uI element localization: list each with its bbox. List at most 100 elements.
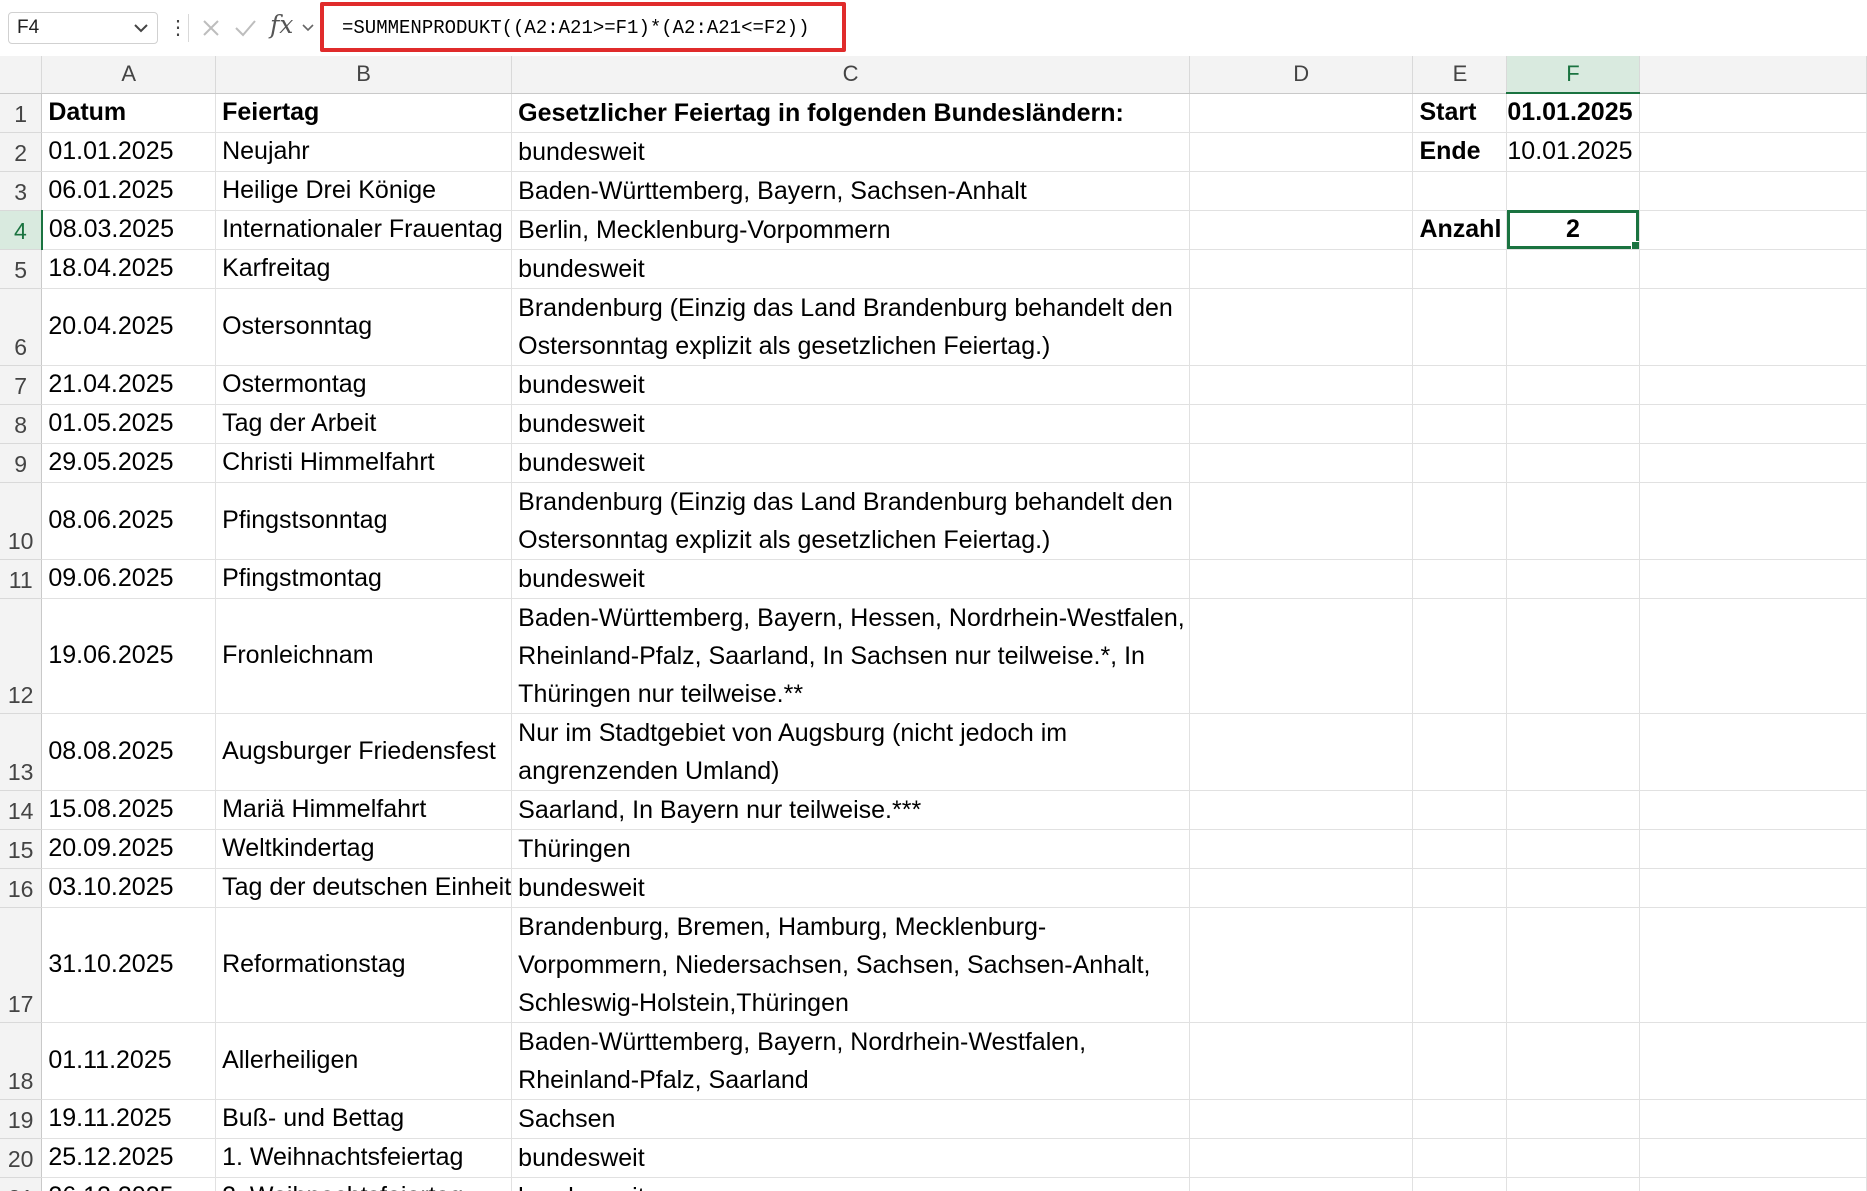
cell-blank[interactable]	[1639, 93, 1867, 133]
cell-e15[interactable]	[1412, 829, 1508, 869]
cell-d15[interactable]	[1189, 829, 1414, 869]
row-header[interactable]: 5	[0, 249, 43, 289]
cell-f9[interactable]	[1506, 443, 1640, 483]
cell-c16[interactable]: bundesweit	[511, 868, 1190, 908]
cell-b13[interactable]: Augsburger Friedensfest	[215, 713, 513, 791]
cell-b1[interactable]: Feiertag	[215, 93, 513, 133]
row-header[interactable]: 11	[0, 559, 43, 599]
cell-c11[interactable]: bundesweit	[511, 559, 1190, 599]
cell-d5[interactable]	[1189, 249, 1414, 289]
cell-blank[interactable]	[1639, 132, 1867, 172]
cell-a1[interactable]: Datum	[41, 93, 217, 133]
cell-b3[interactable]: Heilige Drei Könige	[215, 171, 513, 211]
cell-b2[interactable]: Neujahr	[215, 132, 513, 172]
cell-blank[interactable]	[1639, 482, 1867, 560]
cell-a11[interactable]: 09.06.2025	[41, 559, 217, 599]
cell-d2[interactable]	[1189, 132, 1414, 172]
cell-c13[interactable]: Nur im Stadtgebiet von Augsburg (nicht j…	[511, 713, 1190, 791]
row-header[interactable]: 21	[0, 1177, 43, 1191]
cell-e16[interactable]	[1412, 868, 1508, 908]
checkmark-icon[interactable]	[230, 12, 260, 44]
row-header[interactable]: 17	[0, 907, 43, 1023]
cell-f3[interactable]	[1506, 171, 1640, 211]
cell-a6[interactable]: 20.04.2025	[41, 288, 217, 366]
row-header[interactable]: 19	[0, 1099, 43, 1139]
cell-blank[interactable]	[1639, 559, 1867, 599]
cell-c6[interactable]: Brandenburg (Einzig das Land Brandenburg…	[511, 288, 1190, 366]
cell-e10[interactable]	[1412, 482, 1508, 560]
cell-a19[interactable]: 19.11.2025	[41, 1099, 217, 1139]
cell-d10[interactable]	[1189, 482, 1414, 560]
cell-d9[interactable]	[1189, 443, 1414, 483]
cell-a3[interactable]: 06.01.2025	[41, 171, 217, 211]
cell-c1[interactable]: Gesetzlicher Feiertag in folgenden Bunde…	[511, 93, 1190, 133]
cell-f20[interactable]	[1506, 1138, 1640, 1178]
cell-c14[interactable]: Saarland, In Bayern nur teilweise.***	[511, 790, 1190, 830]
cell-blank[interactable]	[1639, 365, 1867, 405]
cell-b19[interactable]: Buß- und Bettag	[215, 1099, 513, 1139]
cell-blank[interactable]	[1639, 1138, 1867, 1178]
cell-blank[interactable]	[1639, 713, 1867, 791]
cell-e13[interactable]	[1412, 713, 1508, 791]
cell-e9[interactable]	[1412, 443, 1508, 483]
cell-a21[interactable]: 26.12.2025	[41, 1177, 217, 1191]
row-header[interactable]: 4	[0, 210, 43, 250]
cell-c5[interactable]: bundesweit	[511, 249, 1190, 289]
cell-f2[interactable]: 10.01.2025	[1506, 132, 1640, 172]
name-box[interactable]: F4	[8, 12, 158, 44]
cell-a20[interactable]: 25.12.2025	[41, 1138, 217, 1178]
column-header-b[interactable]: B	[215, 56, 513, 94]
cell-b12[interactable]: Fronleichnam	[215, 598, 513, 714]
cell-f18[interactable]	[1506, 1022, 1640, 1100]
cell-f17[interactable]	[1506, 907, 1640, 1023]
cell-c8[interactable]: bundesweit	[511, 404, 1190, 444]
cell-f16[interactable]	[1506, 868, 1640, 908]
cell-f11[interactable]	[1506, 559, 1640, 599]
cell-f21[interactable]	[1506, 1177, 1640, 1191]
cell-d3[interactable]	[1189, 171, 1414, 211]
cell-e4[interactable]: Anzahl	[1412, 210, 1508, 250]
cell-a10[interactable]: 08.06.2025	[41, 482, 217, 560]
cell-e2[interactable]: Ende	[1412, 132, 1508, 172]
row-header[interactable]: 12	[0, 598, 43, 714]
row-header[interactable]: 7	[0, 365, 43, 405]
cell-a18[interactable]: 01.11.2025	[41, 1022, 217, 1100]
cell-b11[interactable]: Pfingstmontag	[215, 559, 513, 599]
column-header-e[interactable]: E	[1412, 56, 1508, 94]
cell-c4[interactable]: Berlin, Mecklenburg-Vorpommern	[511, 210, 1190, 250]
row-header[interactable]: 13	[0, 713, 43, 791]
cell-c7[interactable]: bundesweit	[511, 365, 1190, 405]
cell-c17[interactable]: Brandenburg, Bremen, Hamburg, Mecklenbur…	[511, 907, 1190, 1023]
cell-e7[interactable]	[1412, 365, 1508, 405]
row-header[interactable]: 1	[0, 93, 43, 133]
cell-d11[interactable]	[1189, 559, 1414, 599]
cell-b4[interactable]: Internationaler Frauentag	[215, 210, 513, 250]
cell-e3[interactable]	[1412, 171, 1508, 211]
cell-e17[interactable]	[1412, 907, 1508, 1023]
cell-f5[interactable]	[1506, 249, 1640, 289]
cell-d19[interactable]	[1189, 1099, 1414, 1139]
cell-f6[interactable]	[1506, 288, 1640, 366]
cell-b21[interactable]: 2. Weihnachtsfeiertag	[215, 1177, 513, 1191]
chevron-down-icon[interactable]	[300, 16, 316, 38]
row-header[interactable]: 14	[0, 790, 43, 830]
cell-d14[interactable]	[1189, 790, 1414, 830]
cell-d8[interactable]	[1189, 404, 1414, 444]
cell-blank[interactable]	[1639, 1022, 1867, 1100]
cancel-icon[interactable]	[196, 12, 226, 44]
cell-c21[interactable]: bundesweit	[511, 1177, 1190, 1191]
cell-e20[interactable]	[1412, 1138, 1508, 1178]
cell-a7[interactable]: 21.04.2025	[41, 365, 217, 405]
cell-d21[interactable]	[1189, 1177, 1414, 1191]
cell-c19[interactable]: Sachsen	[511, 1099, 1190, 1139]
cell-f15[interactable]	[1506, 829, 1640, 869]
cell-e8[interactable]	[1412, 404, 1508, 444]
row-header[interactable]: 20	[0, 1138, 43, 1178]
cell-a17[interactable]: 31.10.2025	[41, 907, 217, 1023]
cell-b14[interactable]: Mariä Himmelfahrt	[215, 790, 513, 830]
cell-d17[interactable]	[1189, 907, 1414, 1023]
cell-blank[interactable]	[1639, 907, 1867, 1023]
column-header-a[interactable]: A	[41, 56, 217, 94]
cell-blank[interactable]	[1639, 210, 1867, 250]
cell-blank[interactable]	[1639, 404, 1867, 444]
